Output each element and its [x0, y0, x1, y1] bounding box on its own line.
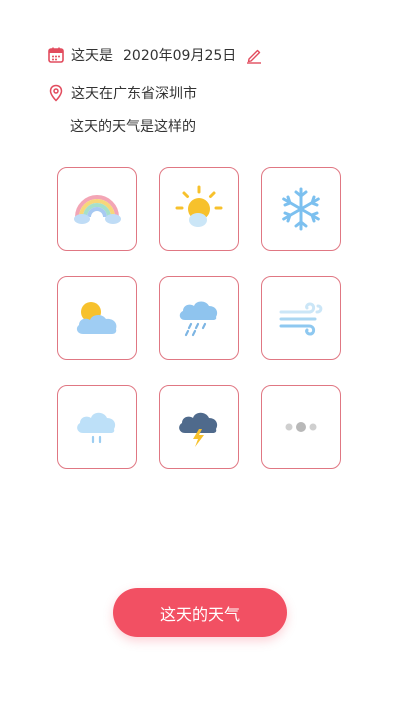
weather-option-sunny[interactable] [159, 167, 239, 251]
location-text: 这天在广东省深圳市 [71, 86, 197, 102]
sunny-icon [175, 185, 223, 227]
weather-option-more[interactable] [261, 385, 341, 469]
weather-option-snow[interactable] [261, 167, 341, 251]
weather-option-partly-cloudy[interactable] [57, 276, 137, 360]
wind-icon [279, 302, 323, 336]
weather-option-wind[interactable] [261, 276, 341, 360]
weather-option-thunderstorm[interactable] [159, 385, 239, 469]
weather-grid [57, 167, 343, 470]
more-icon [285, 422, 317, 432]
edit-pencil-icon[interactable] [245, 46, 263, 64]
submit-weather-button[interactable]: 这天的天气 [113, 588, 287, 637]
date-row: 这天是 2020年09月25日 [47, 45, 263, 65]
calendar-icon [47, 46, 65, 64]
date-value[interactable]: 2020年09月25日 [123, 45, 236, 65]
weather-option-rain[interactable] [159, 276, 239, 360]
date-label: 这天是 [71, 48, 113, 64]
thunderstorm-icon [179, 412, 218, 447]
rainbow-icon [74, 195, 121, 224]
weather-prompt: 这天的天气是这样的 [70, 116, 196, 136]
location-pin-icon [47, 84, 65, 102]
partly-cloudy-icon [76, 302, 117, 334]
weather-option-rainbow[interactable] [57, 167, 137, 251]
weather-option-drizzle[interactable] [57, 385, 137, 469]
location-row: 这天在广东省深圳市 [47, 83, 197, 103]
drizzle-cloud-icon [77, 412, 116, 444]
rain-cloud-icon [179, 301, 218, 337]
snowflake-icon [282, 187, 320, 231]
weather-prompt-text: 这天的天气是这样的 [70, 119, 196, 135]
